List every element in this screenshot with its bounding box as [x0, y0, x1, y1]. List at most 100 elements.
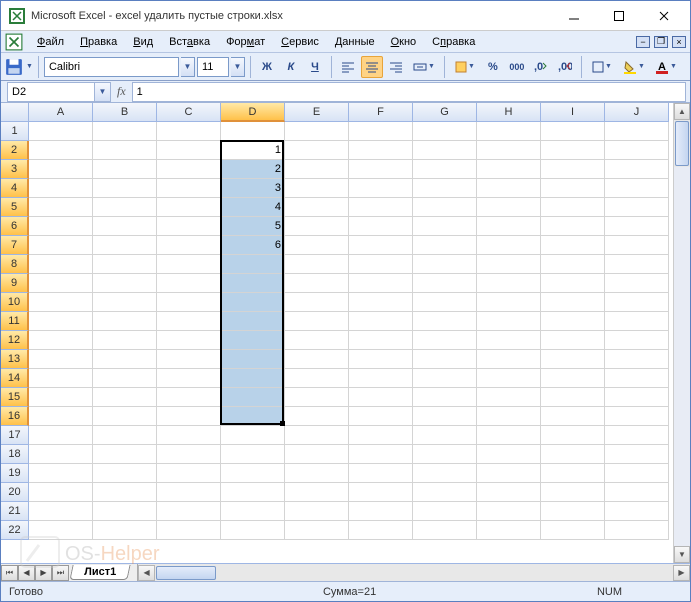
cell-E4[interactable]: [285, 179, 349, 198]
scroll-left-button[interactable]: ◀: [138, 565, 155, 581]
cell-B9[interactable]: [93, 274, 157, 293]
row-header-13[interactable]: 13: [1, 350, 29, 369]
cell-C22[interactable]: [157, 521, 221, 540]
cell-J17[interactable]: [605, 426, 669, 445]
cell-I7[interactable]: [541, 236, 605, 255]
cell-F12[interactable]: [349, 331, 413, 350]
row-header-14[interactable]: 14: [1, 369, 29, 388]
cell-G5[interactable]: [413, 198, 477, 217]
cell-C16[interactable]: [157, 407, 221, 426]
cell-I18[interactable]: [541, 445, 605, 464]
cell-H15[interactable]: [477, 388, 541, 407]
cell-F16[interactable]: [349, 407, 413, 426]
cell-B6[interactable]: [93, 217, 157, 236]
scroll-down-button[interactable]: ▼: [674, 546, 690, 563]
cell-I9[interactable]: [541, 274, 605, 293]
cell-J18[interactable]: [605, 445, 669, 464]
cell-C13[interactable]: [157, 350, 221, 369]
cell-I8[interactable]: [541, 255, 605, 274]
cell-A16[interactable]: [29, 407, 93, 426]
scroll-thumb[interactable]: [675, 121, 689, 166]
cell-F1[interactable]: [349, 122, 413, 141]
cell-J14[interactable]: [605, 369, 669, 388]
cell-J8[interactable]: [605, 255, 669, 274]
cell-I2[interactable]: [541, 141, 605, 160]
cell-D7[interactable]: 6: [221, 236, 285, 255]
row-header-3[interactable]: 3: [1, 160, 29, 179]
cell-H8[interactable]: [477, 255, 541, 274]
cell-C2[interactable]: [157, 141, 221, 160]
cell-B4[interactable]: [93, 179, 157, 198]
cell-E14[interactable]: [285, 369, 349, 388]
cell-I10[interactable]: [541, 293, 605, 312]
cell-J2[interactable]: [605, 141, 669, 160]
font-color-button[interactable]: A▼: [651, 56, 681, 78]
row-header-4[interactable]: 4: [1, 179, 29, 198]
cell-I19[interactable]: [541, 464, 605, 483]
doc-close-button[interactable]: ×: [672, 36, 686, 48]
cell-F19[interactable]: [349, 464, 413, 483]
cell-E2[interactable]: [285, 141, 349, 160]
cell-E17[interactable]: [285, 426, 349, 445]
cell-F14[interactable]: [349, 369, 413, 388]
cell-G6[interactable]: [413, 217, 477, 236]
cell-F22[interactable]: [349, 521, 413, 540]
cell-G7[interactable]: [413, 236, 477, 255]
align-right-button[interactable]: [385, 56, 407, 78]
cell-B20[interactable]: [93, 483, 157, 502]
cell-D6[interactable]: 5: [221, 217, 285, 236]
cell-G18[interactable]: [413, 445, 477, 464]
currency-button[interactable]: ▼: [450, 56, 480, 78]
row-header-19[interactable]: 19: [1, 464, 29, 483]
cell-A20[interactable]: [29, 483, 93, 502]
cell-A19[interactable]: [29, 464, 93, 483]
cell-H2[interactable]: [477, 141, 541, 160]
cell-E18[interactable]: [285, 445, 349, 464]
cell-A13[interactable]: [29, 350, 93, 369]
name-box[interactable]: D2: [7, 82, 95, 102]
row-header-21[interactable]: 21: [1, 502, 29, 521]
cell-F7[interactable]: [349, 236, 413, 255]
cell-C14[interactable]: [157, 369, 221, 388]
cell-D3[interactable]: 2: [221, 160, 285, 179]
cell-E20[interactable]: [285, 483, 349, 502]
row-header-2[interactable]: 2: [1, 141, 29, 160]
cell-A7[interactable]: [29, 236, 93, 255]
cell-B22[interactable]: [93, 521, 157, 540]
cell-C11[interactable]: [157, 312, 221, 331]
cell-A14[interactable]: [29, 369, 93, 388]
cell-H6[interactable]: [477, 217, 541, 236]
cell-B14[interactable]: [93, 369, 157, 388]
cell-B1[interactable]: [93, 122, 157, 141]
cell-J9[interactable]: [605, 274, 669, 293]
column-header-B[interactable]: B: [93, 103, 157, 122]
cell-B7[interactable]: [93, 236, 157, 255]
cell-H1[interactable]: [477, 122, 541, 141]
cell-C4[interactable]: [157, 179, 221, 198]
menu-окно[interactable]: Окно: [383, 34, 425, 50]
cell-G2[interactable]: [413, 141, 477, 160]
cell-B8[interactable]: [93, 255, 157, 274]
cell-I6[interactable]: [541, 217, 605, 236]
row-header-16[interactable]: 16: [1, 407, 29, 426]
cell-H13[interactable]: [477, 350, 541, 369]
cell-B10[interactable]: [93, 293, 157, 312]
row-header-12[interactable]: 12: [1, 331, 29, 350]
row-header-8[interactable]: 8: [1, 255, 29, 274]
cell-G12[interactable]: [413, 331, 477, 350]
cell-F10[interactable]: [349, 293, 413, 312]
cell-E11[interactable]: [285, 312, 349, 331]
cell-I13[interactable]: [541, 350, 605, 369]
cell-F2[interactable]: [349, 141, 413, 160]
row-header-20[interactable]: 20: [1, 483, 29, 502]
cell-H12[interactable]: [477, 331, 541, 350]
cell-H17[interactable]: [477, 426, 541, 445]
cell-F18[interactable]: [349, 445, 413, 464]
cell-H5[interactable]: [477, 198, 541, 217]
cell-A4[interactable]: [29, 179, 93, 198]
tab-nav-next-button[interactable]: ▶: [35, 565, 52, 581]
cell-A8[interactable]: [29, 255, 93, 274]
row-header-5[interactable]: 5: [1, 198, 29, 217]
cell-J20[interactable]: [605, 483, 669, 502]
cell-H10[interactable]: [477, 293, 541, 312]
